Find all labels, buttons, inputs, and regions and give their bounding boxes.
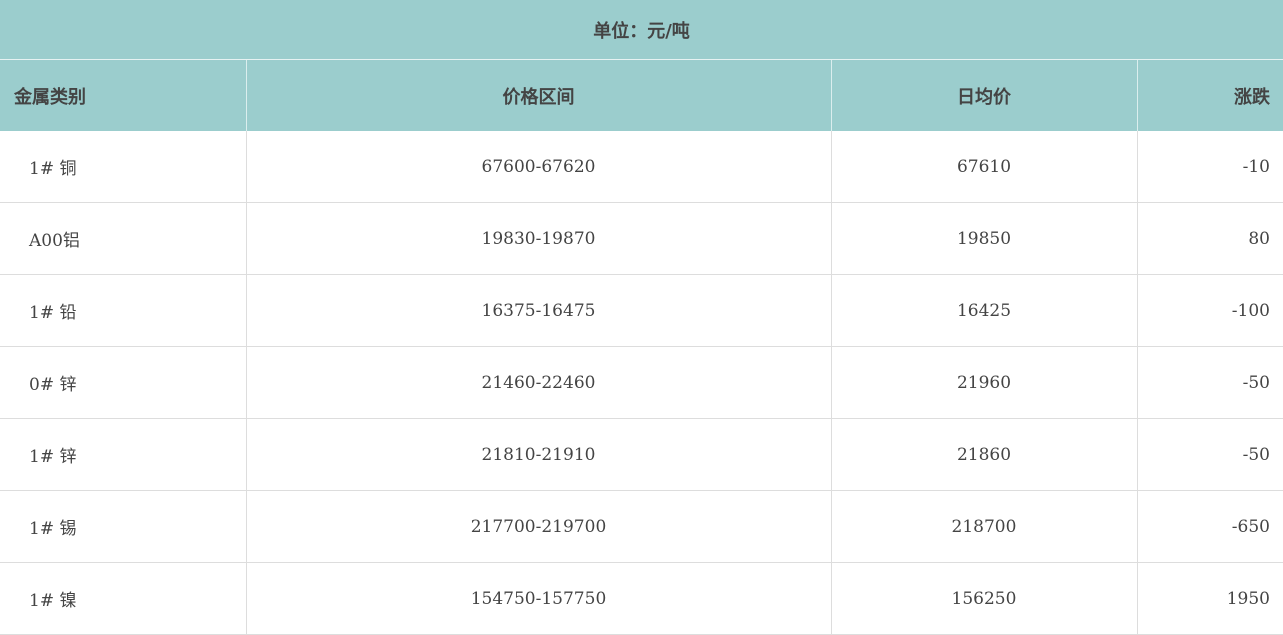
cell-metal: 1# 锌 [0, 418, 246, 491]
cell-daily-average: 67610 [830, 131, 1137, 203]
cell-price-range: 154750-157750 [245, 562, 831, 635]
table-row: 1# 铜 67600-67620 67610 -10 [0, 131, 1283, 203]
column-header-change: 涨跌 [1136, 60, 1283, 131]
cell-metal: A00铝 [0, 202, 246, 275]
table-row: 1# 锡 217700-219700 218700 -650 [0, 490, 1283, 563]
cell-daily-average: 21960 [830, 346, 1137, 419]
cell-metal: 1# 铅 [0, 274, 246, 347]
cell-metal: 1# 锡 [0, 490, 246, 563]
cell-price-range: 21460-22460 [245, 346, 831, 419]
cell-price-range: 16375-16475 [245, 274, 831, 347]
table-header: 金属类别 价格区间 日均价 涨跌 [0, 60, 1283, 131]
cell-daily-average: 156250 [830, 562, 1137, 635]
cell-price-range: 21810-21910 [245, 418, 831, 491]
table-row: A00铝 19830-19870 19850 80 [0, 202, 1283, 275]
cell-price-range: 19830-19870 [245, 202, 831, 275]
cell-metal: 0# 锌 [0, 346, 246, 419]
table-row: 1# 铅 16375-16475 16425 -100 [0, 274, 1283, 347]
header-row: 金属类别 价格区间 日均价 涨跌 [0, 60, 1283, 131]
cell-metal: 1# 铜 [0, 131, 246, 203]
cell-change: -100 [1136, 274, 1283, 347]
table-row: 1# 镍 154750-157750 156250 1950 [0, 562, 1283, 635]
cell-daily-average: 19850 [830, 202, 1137, 275]
cell-daily-average: 218700 [830, 490, 1137, 563]
cell-change: -50 [1136, 346, 1283, 419]
cell-daily-average: 16425 [830, 274, 1137, 347]
column-header-metal: 金属类别 [0, 60, 246, 131]
column-header-daily-average: 日均价 [830, 60, 1137, 131]
cell-change: -10 [1136, 131, 1283, 203]
cell-change: -650 [1136, 490, 1283, 563]
table-row: 0# 锌 21460-22460 21960 -50 [0, 346, 1283, 419]
cell-daily-average: 21860 [830, 418, 1137, 491]
table-row: 1# 锌 21810-21910 21860 -50 [0, 418, 1283, 491]
cell-metal: 1# 镍 [0, 562, 246, 635]
cell-price-range: 67600-67620 [245, 131, 831, 203]
cell-price-range: 217700-219700 [245, 490, 831, 563]
unit-label: 单位：元/吨 [0, 0, 1283, 60]
cell-change: 1950 [1136, 562, 1283, 635]
cell-change: 80 [1136, 202, 1283, 275]
metal-price-table: 金属类别 价格区间 日均价 涨跌 1# 铜 67600-67620 67610 … [0, 60, 1283, 635]
table-body: 1# 铜 67600-67620 67610 -10 A00铝 19830-19… [0, 131, 1283, 635]
column-header-price-range: 价格区间 [245, 60, 831, 131]
cell-change: -50 [1136, 418, 1283, 491]
